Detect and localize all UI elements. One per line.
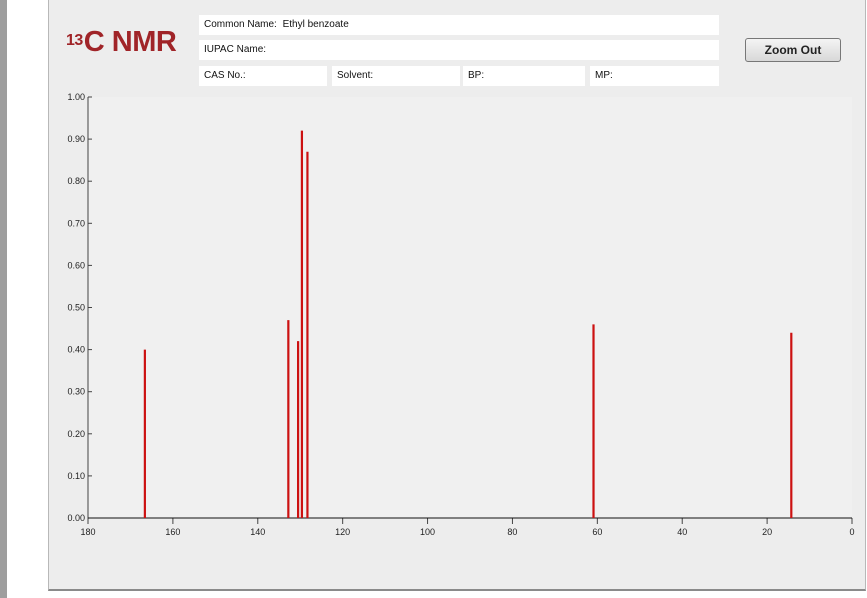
x-tick-label: 60 bbox=[592, 527, 602, 537]
nmr-spectrum-chart: 0.00 0.10 0.20 0.30 0.40 0.50 0.60 0.70 0.80 0.90… bbox=[67, 92, 855, 537]
x-tick-label: 120 bbox=[335, 527, 350, 537]
peak-series bbox=[143, 130, 793, 518]
x-tick-label: 140 bbox=[250, 527, 265, 537]
y-tick-label: 1.00 bbox=[67, 92, 85, 102]
y-axis: 0.00 0.10 0.20 0.30 0.40 0.50 0.60 0.70 0.80 0.90… bbox=[67, 92, 92, 523]
y-tick-label: 0.00 bbox=[67, 513, 85, 523]
y-tick-label: 0.60 bbox=[67, 260, 85, 270]
y-tick-label: 0.30 bbox=[67, 387, 85, 397]
y-tick-label: 0.80 bbox=[67, 176, 85, 186]
y-tick-label: 0.10 bbox=[67, 471, 85, 481]
x-tick-label: 160 bbox=[165, 527, 180, 537]
y-tick-label: 0.20 bbox=[67, 429, 85, 439]
x-tick-label: 40 bbox=[677, 527, 687, 537]
y-tick-label: 0.90 bbox=[67, 134, 85, 144]
x-tick-label: 80 bbox=[507, 527, 517, 537]
y-tick-label: 0.50 bbox=[67, 303, 85, 313]
x-tick-label: 180 bbox=[80, 527, 95, 537]
x-tick-label: 100 bbox=[420, 527, 435, 537]
x-tick-label: 20 bbox=[762, 527, 772, 537]
y-tick-label: 0.40 bbox=[67, 345, 85, 355]
x-tick-label: 0 bbox=[849, 527, 854, 537]
x-axis: 180 160 140 120 100 80 60 40 20 0 bbox=[80, 517, 855, 537]
y-tick-label: 0.70 bbox=[67, 218, 85, 228]
